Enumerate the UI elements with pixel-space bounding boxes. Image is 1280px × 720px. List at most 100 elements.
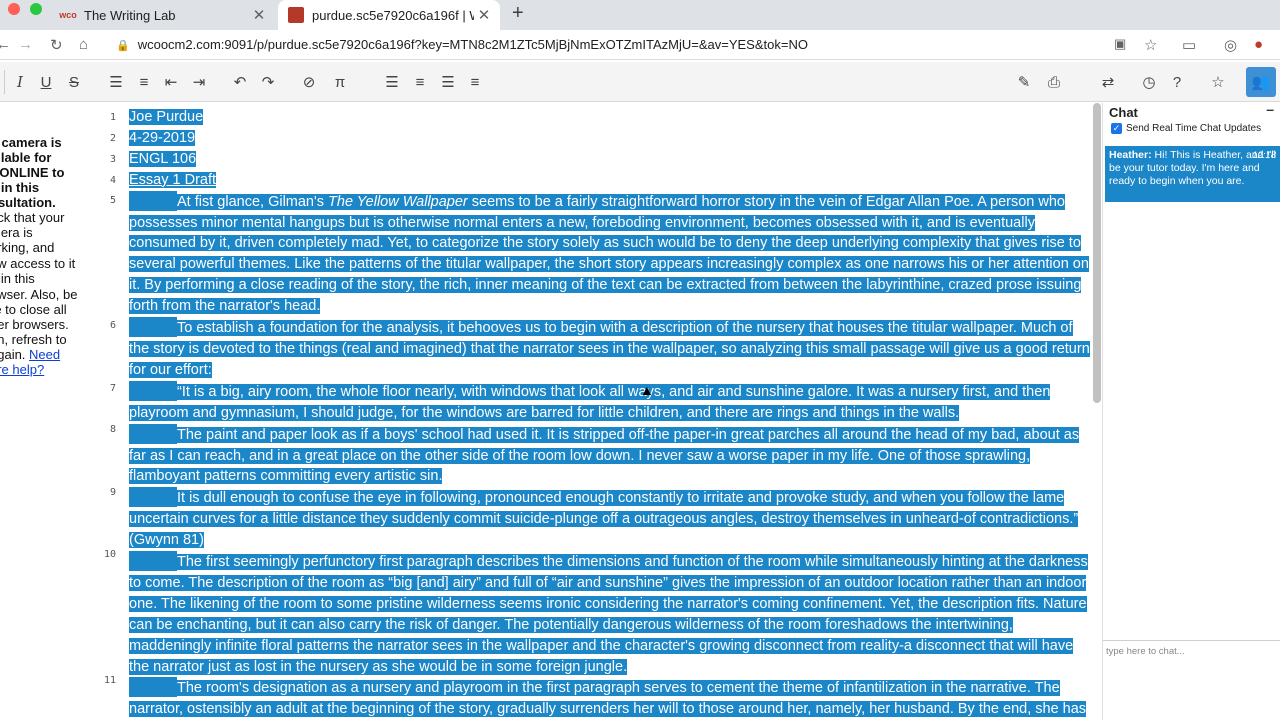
chat-input[interactable]: type here to chat... <box>1103 640 1280 720</box>
justify-icon[interactable]: ☰ <box>436 70 460 94</box>
essay-title: Essay 1 Draft <box>129 171 217 188</box>
notice-line: en, refresh to <box>0 332 67 347</box>
notice-line: orking, and <box>0 240 55 255</box>
line-number: 10 <box>103 549 116 560</box>
align-left-icon[interactable]: ☰ <box>380 70 404 94</box>
reload-icon[interactable]: ↻ <box>50 36 63 54</box>
line-number: 7 <box>109 383 116 394</box>
extension-bulb-icon[interactable]: ◎ <box>1224 36 1237 54</box>
paragraph-text: The first seemingly perfunctory first pa… <box>129 554 1088 675</box>
notice-line: her browsers. <box>0 317 69 332</box>
print-icon[interactable]: ⎙ <box>1042 70 1066 94</box>
back-icon[interactable]: ← <box>0 36 11 53</box>
strikethrough-icon[interactable]: S <box>62 70 86 94</box>
ordered-list-icon[interactable]: ☰ <box>104 70 128 94</box>
tab-title: purdue.sc5e7920c6a196f | WCO <box>312 7 474 23</box>
header-line: Essay 1 Draft <box>129 170 1091 191</box>
tab-writing-lab[interactable]: wco The Writing Lab ✕ <box>50 0 275 30</box>
line-number: 8 <box>109 424 116 435</box>
camera-blocked-icon[interactable]: ▣ <box>1114 36 1126 52</box>
paragraph-text: seems to be a fairly straightforward hor… <box>129 193 1089 315</box>
chat-title: Chat <box>1109 105 1138 120</box>
history-icon[interactable]: ◷ <box>1137 70 1161 94</box>
paragraph: The room's designation as a nursery and … <box>129 677 1091 720</box>
url-text: wcoocm2.com:9091/p/purdue.sc5e7920c6a196… <box>137 37 808 52</box>
date-line: 4-29-2019 <box>129 129 196 146</box>
hide-icon[interactable]: ⊘ <box>297 70 321 94</box>
notice-line: ore help? <box>0 362 44 378</box>
header-line: ENGL 106 <box>129 149 1091 170</box>
notice-line: re to close all <box>0 302 67 317</box>
paragraph-text: The paint and paper look as if a boys' s… <box>129 426 1080 485</box>
chat-input-placeholder: type here to chat... <box>1106 646 1185 657</box>
document-favicon-icon <box>288 7 304 23</box>
undo-icon[interactable]: ↶ <box>228 70 252 94</box>
pi-icon[interactable]: π <box>328 70 352 94</box>
paragraph-text: “It is a big, airy room, the whole floor… <box>129 383 1051 421</box>
message-time: 12:18 <box>1252 150 1276 161</box>
book-title: The Yellow Wallpaper <box>328 193 468 210</box>
notice-line: owser. Also, be <box>0 287 78 302</box>
camera-notice: o camera is ailable for CONLINE to e in … <box>0 103 96 720</box>
extension-red-icon[interactable]: ● <box>1254 36 1263 53</box>
zoom-window-button[interactable] <box>30 3 42 15</box>
close-window-button[interactable] <box>8 3 20 15</box>
document-scrollbar[interactable] <box>1093 103 1101 403</box>
toolbar-divider <box>4 70 5 94</box>
paragraph: To establish a foundation for the analys… <box>129 317 1091 381</box>
realtime-updates-option[interactable]: ✓ Send Real Time Chat Updates <box>1111 123 1261 134</box>
notice-line: eck that your <box>0 210 65 225</box>
need-help-link[interactable]: Need <box>29 347 60 362</box>
line-number: 1 <box>109 112 116 123</box>
help-icon[interactable]: ? <box>1165 70 1189 94</box>
wco-favicon-icon: wco <box>59 10 77 20</box>
notice-line: CONLINE to <box>0 165 65 180</box>
notice-line: ailable for <box>0 150 52 165</box>
align-center-icon[interactable]: ≡ <box>408 70 432 94</box>
author-name: Joe Purdue <box>129 109 204 125</box>
lock-icon: 🔒 <box>116 40 130 52</box>
document-editor[interactable]: Joe Purdue 4-29-2019 ENGL 106 Essay 1 Dr… <box>129 107 1091 720</box>
indent-icon[interactable]: ⇥ <box>187 70 211 94</box>
redo-icon[interactable]: ↷ <box>256 70 280 94</box>
forward-icon[interactable]: → <box>18 36 33 53</box>
line-number: 11 <box>103 675 116 686</box>
tab-document[interactable]: purdue.sc5e7920c6a196f | WCO ✕ <box>278 0 500 30</box>
close-tab-icon[interactable]: ✕ <box>249 6 269 24</box>
notice-line: thin this <box>0 271 35 286</box>
line-number-gutter: 1 2 3 4 5 6 7 8 9 10 11 <box>96 103 120 720</box>
bookmark-star-icon[interactable]: ☆ <box>1144 36 1157 54</box>
url-field[interactable]: 🔒 wcoocm2.com:9091/p/purdue.sc5e7920c6a19… <box>116 37 808 52</box>
align-right-icon[interactable]: ≡ <box>463 70 487 94</box>
line-number: 5 <box>109 195 116 206</box>
close-tab-icon[interactable]: ✕ <box>474 6 494 24</box>
paragraph-text: The room's designation as a nursery and … <box>129 680 1087 720</box>
pencil-icon[interactable]: ✎ <box>1012 70 1036 94</box>
home-icon[interactable]: ⌂ <box>79 36 88 53</box>
unordered-list-icon[interactable]: ≡ <box>132 70 156 94</box>
need-help-link[interactable]: ore help? <box>0 362 44 377</box>
option-label: Send Real Time Chat Updates <box>1126 123 1262 134</box>
checkbox-checked-icon[interactable]: ✓ <box>1111 123 1122 134</box>
paragraph: The paint and paper look as if a boys' s… <box>129 424 1091 488</box>
notice-line: o camera is <box>0 135 62 150</box>
line-number: 4 <box>109 175 116 186</box>
tab-title: The Writing Lab <box>84 7 176 23</box>
new-tab-icon[interactable]: + <box>512 2 524 25</box>
users-icon[interactable]: 👥 <box>1246 67 1276 97</box>
paragraph: The first seemingly perfunctory first pa… <box>129 551 1091 677</box>
underline-icon[interactable]: U <box>34 70 58 94</box>
paragraph: “It is a big, airy room, the whole floor… <box>129 381 1091 424</box>
outdent-icon[interactable]: ⇤ <box>159 70 183 94</box>
browser-tab-strip: wco The Writing Lab ✕ purdue.sc5e7920c6a… <box>0 0 1280 30</box>
notice-line: ow access to it <box>0 256 76 271</box>
swap-icon[interactable]: ⇄ <box>1096 70 1120 94</box>
star-icon[interactable]: ☆ <box>1206 70 1230 94</box>
minimize-chat-icon[interactable]: – <box>1266 101 1274 117</box>
address-bar: ← → ↻ ⌂ 🔒 wcoocm2.com:9091/p/purdue.sc5e7… <box>0 30 1280 60</box>
extension-icon[interactable]: ▭ <box>1182 36 1196 54</box>
notice-line: e in this <box>0 180 40 195</box>
line-number: 6 <box>109 320 116 331</box>
italic-icon[interactable]: I <box>8 70 32 94</box>
header-line: 4-29-2019 <box>129 128 1091 149</box>
